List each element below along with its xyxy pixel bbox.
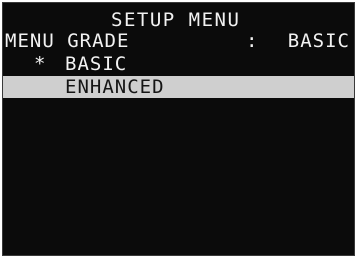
menu-title: SETUP MENU	[111, 9, 241, 31]
setup-menu-screen: SETUP MENU MENU GRADE : BASIC * BASIC EN…	[2, 2, 355, 256]
menu-grade-label: MENU GRADE	[5, 30, 130, 52]
selected-marker: *	[34, 53, 47, 75]
menu-grade-row[interactable]: MENU GRADE : BASIC	[5, 30, 350, 52]
menu-option-basic[interactable]: * BASIC	[3, 53, 354, 75]
option-label-basic: BASIC	[65, 53, 128, 75]
menu-grade-separator: :	[246, 30, 259, 52]
menu-grade-value: BASIC	[287, 30, 350, 52]
menu-option-enhanced[interactable]: ENHANCED	[3, 76, 354, 98]
option-label-enhanced: ENHANCED	[65, 76, 165, 98]
